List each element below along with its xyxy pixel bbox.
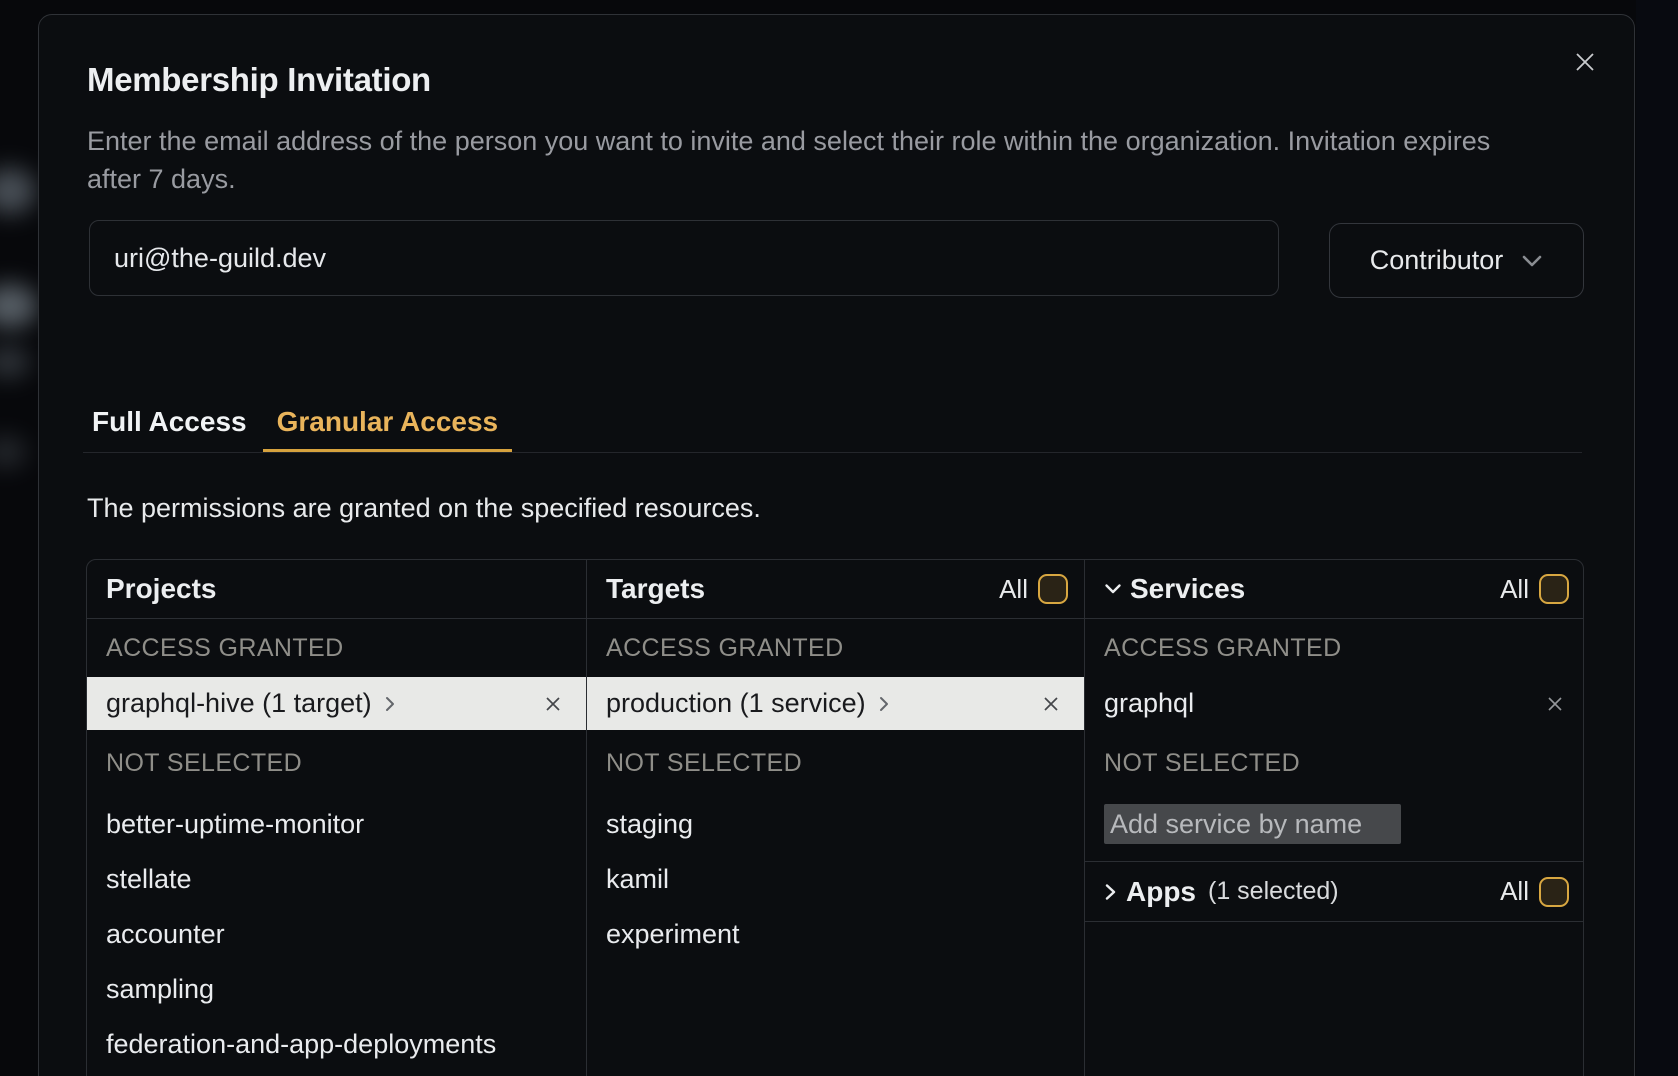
remove-service-button[interactable]: [1541, 690, 1569, 718]
apps-all-label: All: [1500, 876, 1529, 907]
projects-column: Projects ACCESS GRANTED graphql-hive (1 …: [87, 560, 586, 1076]
apps-selected-count: (1 selected): [1208, 877, 1339, 906]
backdrop-blur-blob: [0, 284, 38, 328]
targets-header: Targets All: [587, 560, 1084, 619]
chevron-down-icon: [1521, 254, 1543, 268]
remove-project-button[interactable]: [540, 691, 566, 717]
remove-target-button[interactable]: [1038, 691, 1064, 717]
invite-email-input[interactable]: [89, 220, 1279, 296]
dialog-description: Enter the email address of the person yo…: [87, 122, 1539, 198]
role-select[interactable]: Contributor: [1329, 223, 1584, 298]
targets-header-label: Targets: [606, 573, 705, 605]
targets-all-label: All: [999, 574, 1028, 605]
membership-invitation-dialog: Membership Invitation Enter the email ad…: [38, 14, 1635, 1076]
services-access-granted-label: ACCESS GRANTED: [1085, 619, 1584, 677]
tab-granular-access[interactable]: Granular Access: [263, 405, 513, 452]
project-item[interactable]: stellate: [87, 852, 586, 907]
backdrop-blur-blob: [0, 436, 26, 468]
target-selected-name: production (1 service): [606, 688, 866, 719]
apps-label: Apps: [1126, 876, 1196, 908]
apps-all-checkbox[interactable]: [1539, 877, 1569, 907]
services-all-checkbox[interactable]: [1539, 574, 1569, 604]
role-select-value: Contributor: [1370, 245, 1504, 276]
chevron-right-icon: [1104, 883, 1116, 901]
project-item[interactable]: accounter: [87, 907, 586, 962]
add-service-input[interactable]: [1104, 804, 1401, 844]
dialog-title: Membership Invitation: [87, 61, 431, 99]
project-selected-name: graphql-hive (1 target): [106, 688, 372, 719]
services-all-label: All: [1500, 574, 1529, 605]
projects-access-granted-label: ACCESS GRANTED: [87, 619, 586, 677]
project-item[interactable]: federation-and-app-deployments: [87, 1017, 586, 1072]
targets-column: Targets All ACCESS GRANTED production (1…: [586, 560, 1084, 1076]
target-item[interactable]: kamil: [587, 852, 1084, 907]
target-selected-row[interactable]: production (1 service): [587, 677, 1084, 730]
backdrop-blur-blob: [0, 168, 36, 214]
services-header-label: Services: [1130, 573, 1245, 605]
project-item[interactable]: sampling: [87, 962, 586, 1017]
project-item[interactable]: better-uptime-monitor: [87, 797, 586, 852]
permissions-note: The permissions are granted on the speci…: [87, 493, 761, 524]
tab-full-access[interactable]: Full Access: [78, 405, 261, 452]
x-icon: [544, 695, 562, 713]
service-selected-name: graphql: [1104, 688, 1194, 719]
targets-access-granted-label: ACCESS GRANTED: [587, 619, 1084, 677]
resources-table: Projects ACCESS GRANTED graphql-hive (1 …: [86, 559, 1584, 1076]
chevron-right-icon[interactable]: [384, 695, 396, 713]
access-tabs: Full Access Granular Access: [83, 405, 1582, 453]
targets-all-checkbox[interactable]: [1038, 574, 1068, 604]
x-icon: [1545, 694, 1565, 714]
close-icon: [1573, 50, 1597, 74]
project-selected-row[interactable]: graphql-hive (1 target): [87, 677, 586, 730]
targets-not-selected-label: NOT SELECTED: [587, 730, 1084, 797]
services-section-divider: [1085, 844, 1584, 862]
backdrop-right-strip: [1636, 0, 1678, 1076]
projects-not-selected-label: NOT SELECTED: [87, 730, 586, 797]
chevron-right-icon[interactable]: [878, 695, 890, 713]
x-icon: [1042, 695, 1060, 713]
chevron-down-icon[interactable]: [1104, 583, 1122, 595]
backdrop-blur-blob: [0, 346, 30, 378]
service-selected-row[interactable]: graphql: [1085, 677, 1584, 730]
target-item[interactable]: staging: [587, 797, 1084, 852]
services-not-selected-label: NOT SELECTED: [1085, 730, 1584, 797]
projects-header-label: Projects: [106, 573, 217, 605]
target-item[interactable]: experiment: [587, 907, 1084, 962]
close-button[interactable]: [1565, 42, 1605, 82]
apps-section-toggle[interactable]: Apps (1 selected) All: [1085, 862, 1584, 922]
projects-header: Projects: [87, 560, 586, 619]
services-column: Services All ACCESS GRANTED graphql NOT …: [1084, 560, 1584, 1076]
services-header: Services All: [1085, 560, 1584, 619]
